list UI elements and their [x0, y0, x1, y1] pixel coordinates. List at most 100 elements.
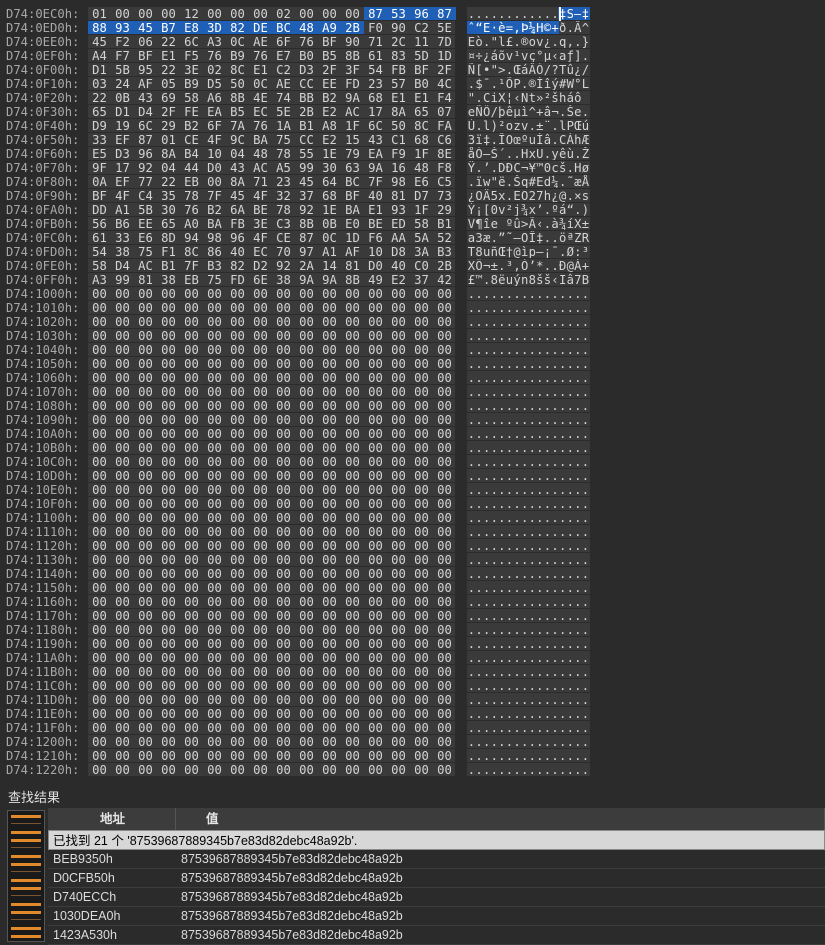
hex-byte[interactable]: 98 — [387, 175, 410, 189]
ascii-text[interactable]: ................ — [467, 525, 590, 538]
hex-byte[interactable]: 00 — [295, 595, 318, 609]
hex-byte[interactable]: CC — [295, 133, 318, 147]
hex-row[interactable]: D74:1090h: 00 00 00 00 00 00 00 00 00 00 00 00 00 00 00… — [0, 413, 600, 427]
hex-byte[interactable]: 00 — [157, 469, 180, 483]
hex-byte[interactable]: 00 — [226, 749, 249, 763]
hex-byte[interactable]: 00 — [157, 287, 180, 301]
hex-byte[interactable]: 00 — [134, 525, 157, 539]
hex-byte[interactable]: D3 — [295, 63, 318, 77]
hex-byte[interactable]: 00 — [134, 721, 157, 735]
hex-byte[interactable]: 00 — [364, 539, 387, 553]
hex-byte[interactable]: 00 — [203, 385, 226, 399]
hex-bytes[interactable]: 00 00 00 00 00 00 00 00 00 00 00 00 00 00 00 00 — [88, 343, 455, 357]
hex-bytes[interactable]: 00 00 00 00 00 00 00 00 00 00 00 00 00 00 00 00 — [88, 707, 455, 721]
hex-byte[interactable]: 00 — [226, 343, 249, 357]
hex-byte[interactable]: 54 — [88, 245, 111, 259]
hex-byte[interactable]: 40 — [226, 245, 249, 259]
hex-byte[interactable]: 00 — [249, 735, 272, 749]
hex-byte[interactable]: 00 — [318, 329, 341, 343]
hex-byte[interactable]: 00 — [410, 679, 433, 693]
hex-byte[interactable]: 5B — [111, 63, 134, 77]
hex-byte[interactable]: 6C — [180, 35, 203, 49]
hex-byte[interactable]: 00 — [157, 749, 180, 763]
hex-byte[interactable]: 00 — [88, 287, 111, 301]
hex-byte[interactable]: 01 — [157, 133, 180, 147]
ascii-text[interactable]: ................ — [467, 315, 590, 328]
hex-row[interactable]: D74:0F70h: 9F 17 92 04 44 D0 43 AC A5 99 30 63 9A 16 48… — [0, 161, 600, 175]
hex-byte[interactable]: 00 — [433, 511, 456, 525]
ascii-char[interactable]: ú — [581, 119, 590, 132]
hex-byte[interactable]: 00 — [433, 637, 456, 651]
hex-byte[interactable]: 58 — [180, 91, 203, 105]
ascii-text[interactable]: Eò. " l £. ® o v ¿. q,.} — [467, 35, 590, 48]
ascii-char[interactable]: . — [581, 343, 590, 356]
hex-byte[interactable]: 24 — [111, 77, 134, 91]
hex-byte[interactable]: 00 — [111, 427, 134, 441]
hex-byte[interactable]: 00 — [364, 483, 387, 497]
hex-bytes[interactable]: 00 00 00 00 00 00 00 00 00 00 00 00 00 00 00 00 — [88, 763, 455, 777]
hex-byte[interactable]: 00 — [88, 763, 111, 777]
hex-bytes[interactable]: 00 00 00 00 00 00 00 00 00 00 00 00 00 00 00 00 — [88, 665, 455, 679]
hex-byte[interactable]: 00 — [272, 329, 295, 343]
hex-byte[interactable]: 00 — [88, 469, 111, 483]
ascii-text[interactable]: ................ — [467, 455, 590, 468]
hex-byte[interactable]: 76 — [295, 35, 318, 49]
hex-byte[interactable]: 00 — [295, 665, 318, 679]
hex-byte[interactable]: FB — [387, 63, 410, 77]
hex-byte[interactable]: B1 — [157, 259, 180, 273]
hex-byte[interactable]: 00 — [226, 567, 249, 581]
hex-byte[interactable]: 00 — [111, 469, 134, 483]
hex-byte[interactable]: 00 — [433, 595, 456, 609]
hex-byte[interactable]: 00 — [180, 315, 203, 329]
hex-byte[interactable]: 00 — [180, 385, 203, 399]
hex-row[interactable]: D74:11F0h: 00 00 00 00 00 00 00 00 00 00 00 00 00 00 00… — [0, 721, 600, 735]
hex-byte[interactable]: 00 — [341, 693, 364, 707]
hex-byte[interactable]: 48 — [295, 21, 318, 35]
hex-byte[interactable]: 00 — [272, 665, 295, 679]
hex-byte[interactable]: 00 — [134, 483, 157, 497]
hex-byte[interactable]: 1D — [433, 49, 456, 63]
hex-byte[interactable]: 19 — [111, 119, 134, 133]
hex-row[interactable]: D74:1100h: 00 00 00 00 00 00 00 00 00 00 00 00 00 00 00… — [0, 511, 600, 525]
hex-byte[interactable]: 7F — [203, 189, 226, 203]
hex-byte[interactable]: D3 — [111, 147, 134, 161]
hex-byte[interactable]: 00 — [134, 357, 157, 371]
hex-byte[interactable]: 65 — [88, 105, 111, 119]
hex-row[interactable]: D74:0F30h: 65 D1 D4 2F FE EA B5 EC 5E 2B E2 AC 17 8A 65… — [0, 105, 600, 119]
hex-byte[interactable]: 1F — [410, 147, 433, 161]
hex-byte[interactable]: 86 — [203, 245, 226, 259]
ascii-char[interactable]: . — [581, 399, 590, 412]
hex-row[interactable]: D74:1000h: 00 00 00 00 00 00 00 00 00 00 00 00 00 00 00… — [0, 287, 600, 301]
hex-byte[interactable]: 00 — [180, 301, 203, 315]
hex-byte[interactable]: 00 — [111, 679, 134, 693]
hex-byte[interactable]: 42 — [433, 273, 456, 287]
hex-byte[interactable]: 3F — [341, 63, 364, 77]
hex-byte[interactable]: EF — [111, 133, 134, 147]
hex-byte[interactable]: 00 — [157, 301, 180, 315]
ascii-char[interactable]: . — [581, 427, 590, 440]
hex-byte[interactable]: 00 — [249, 413, 272, 427]
ascii-char[interactable]: ô — [573, 91, 582, 104]
hex-byte[interactable]: 75 — [134, 245, 157, 259]
ascii-char[interactable]: . — [581, 329, 590, 342]
hex-byte[interactable]: 87 — [364, 7, 387, 21]
hex-byte[interactable]: 00 — [295, 609, 318, 623]
hex-byte[interactable]: 00 — [295, 553, 318, 567]
hex-byte[interactable]: 00 — [157, 665, 180, 679]
hex-bytes[interactable]: A4 F7 BF E1 F5 76 B9 76 E7 B0 B5 8B 61 83 5D 1D — [88, 49, 456, 63]
hex-row[interactable]: D74:10D0h: 00 00 00 00 00 00 00 00 00 00 00 00 00 00 00… — [0, 469, 600, 483]
hex-row[interactable]: D74:0F80h: 0A EF 77 22 EB 00 8A 71 23 45 64 BC 7F 98 E6… — [0, 175, 600, 189]
hex-bytes[interactable]: 00 00 00 00 00 00 00 00 00 00 00 00 00 00 00 00 — [88, 609, 455, 623]
hex-byte[interactable]: 00 — [111, 735, 134, 749]
hex-byte[interactable]: 64 — [318, 175, 341, 189]
hex-bytes[interactable]: 22 0B 43 69 58 A6 8B 4E 74 BB B2 9A 68 E1 E1 F4 — [88, 91, 455, 105]
ascii-text[interactable]: ................ — [467, 385, 590, 398]
hex-byte[interactable]: 00 — [410, 399, 433, 413]
hex-byte[interactable]: 53 — [387, 7, 410, 21]
hex-byte[interactable]: EF — [111, 175, 134, 189]
hex-byte[interactable]: 00 — [88, 539, 111, 553]
hex-byte[interactable]: 00 — [387, 385, 410, 399]
hex-byte[interactable]: 00 — [410, 455, 433, 469]
ascii-char[interactable]: . — [581, 301, 590, 314]
hex-byte[interactable]: 00 — [364, 511, 387, 525]
